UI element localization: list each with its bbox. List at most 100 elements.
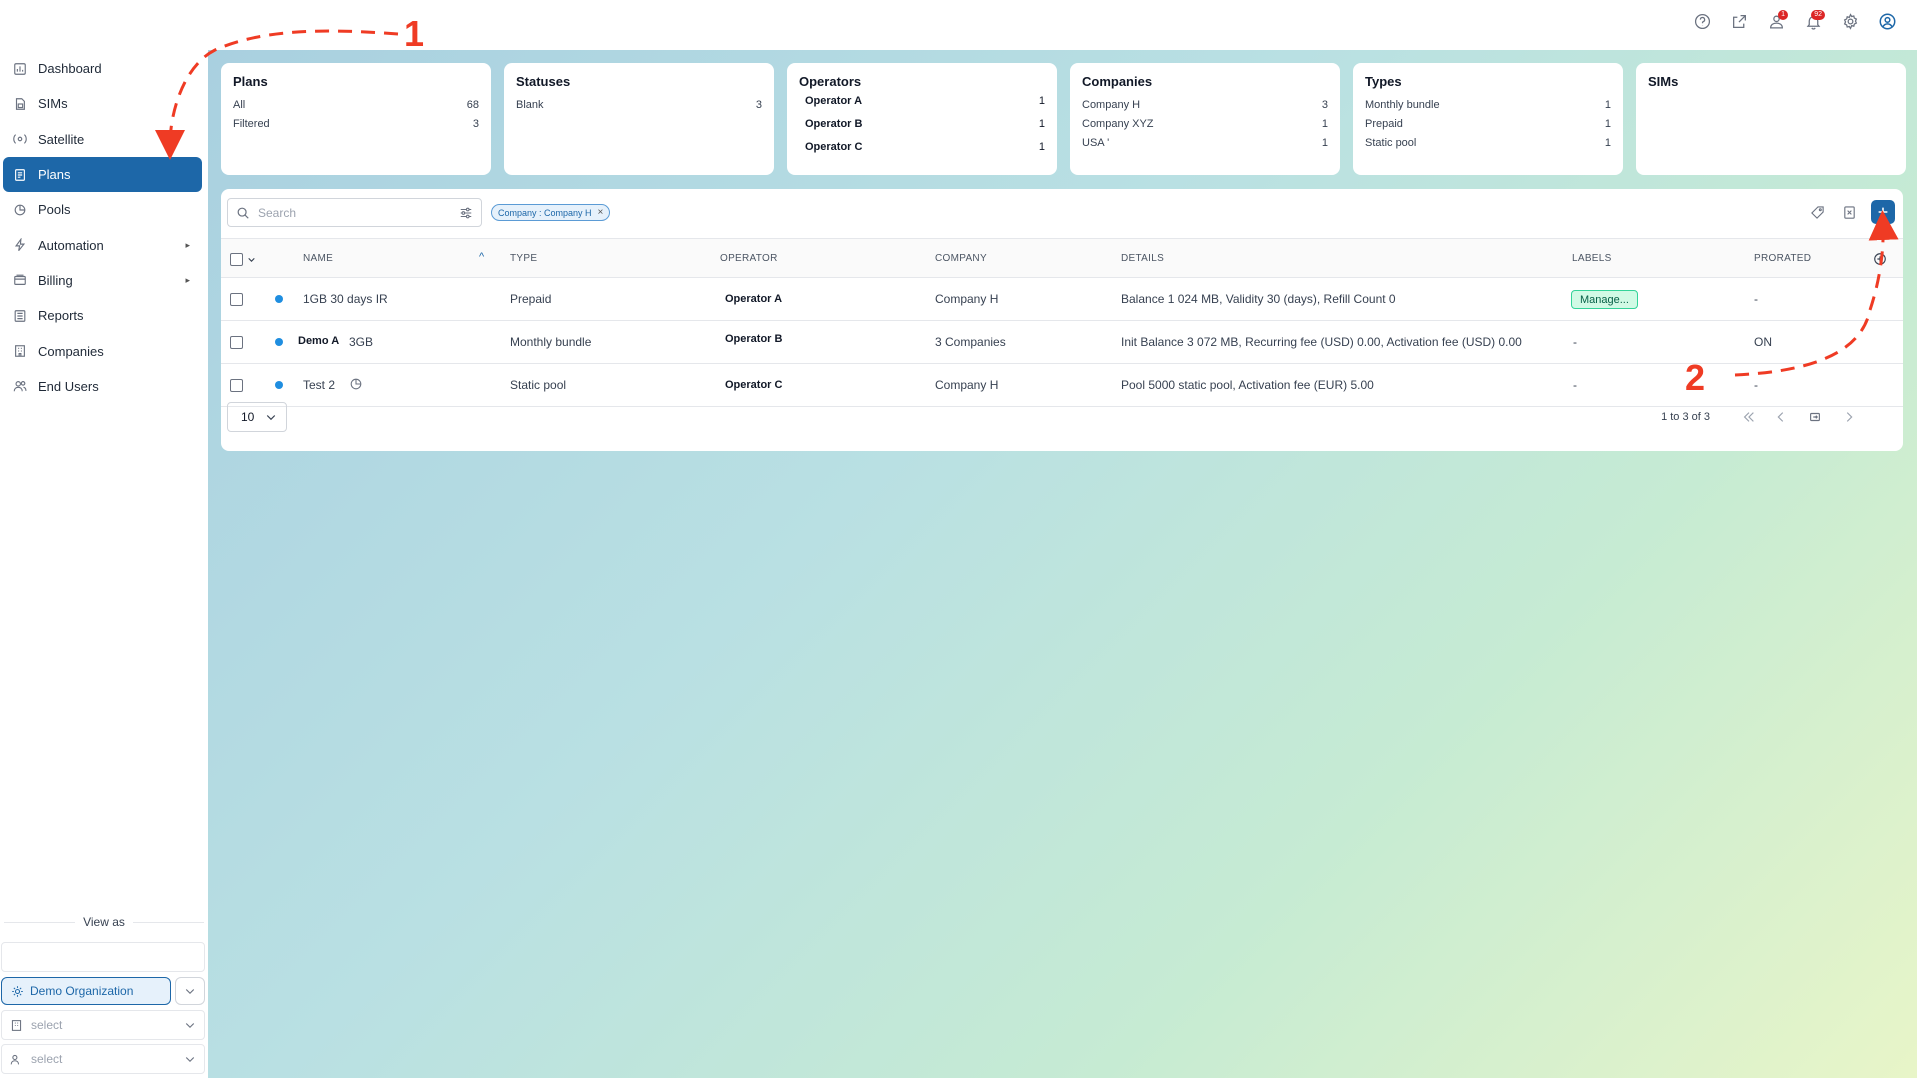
card-row-prepaid[interactable]: Prepaid 1 (1365, 114, 1611, 133)
close-icon[interactable]: × (598, 207, 604, 218)
card-row-company-xyz[interactable]: Company XYZ 1 (1082, 114, 1328, 133)
card-row-usa[interactable]: USA ' 1 (1082, 133, 1328, 152)
sidebar-item-billing[interactable]: Billing ▸ (3, 263, 202, 298)
view-as-blank-field[interactable] (1, 942, 205, 972)
column-header-type[interactable]: TYPE (510, 253, 537, 264)
sidebar-item-companies[interactable]: Companies (3, 333, 202, 368)
card-row-operator-b[interactable]: Operator B 1 (799, 112, 1045, 135)
card-row-filtered[interactable]: Filtered 3 (233, 114, 479, 133)
first-page-button[interactable] (1741, 409, 1757, 425)
caret-right-icon: ▸ (185, 274, 190, 285)
card-row-blank[interactable]: Blank 3 (516, 95, 762, 114)
notifications-button[interactable]: 92 (1802, 10, 1825, 33)
card-row-company-h[interactable]: Company H 3 (1082, 95, 1328, 114)
sidebar-item-sims[interactable]: SIMs (3, 86, 202, 121)
table-row[interactable]: 1GB 30 days IR Prepaid Operator A Compan… (221, 278, 1903, 321)
card-row-operator-a[interactable]: Operator A 1 (799, 89, 1045, 112)
dashboard-icon (13, 62, 27, 76)
card-row-monthly-bundle[interactable]: Monthly bundle 1 (1365, 95, 1611, 114)
export-button[interactable] (1839, 202, 1859, 222)
sidebar-item-plans[interactable]: Plans (3, 156, 202, 193)
types-card[interactable]: Types Monthly bundle 1 Prepaid 1 Static po… (1353, 63, 1623, 175)
filter-settings-icon[interactable] (459, 206, 473, 220)
row-checkbox[interactable] (230, 293, 243, 306)
card-row-static-pool[interactable]: Static pool 1 (1365, 133, 1611, 152)
contacts-badge: 1 (1778, 10, 1788, 20)
cell-name[interactable]: Demo A (298, 335, 339, 347)
filter-chip-company[interactable]: Company : Company H × (491, 204, 611, 221)
search-input[interactable]: Search (227, 198, 482, 227)
external-link-icon (1733, 15, 1746, 28)
view-as-label: View as (83, 915, 125, 929)
card-row-value: 3 (755, 98, 762, 111)
settings-button[interactable] (1839, 10, 1862, 33)
sidebar-item-dashboard[interactable]: Dashboard (3, 51, 202, 86)
card-row-label: Monthly bundle (1365, 98, 1440, 111)
table-row[interactable]: Test 2 Static pool Operator C Company H … (221, 364, 1903, 407)
help-button[interactable] (1691, 10, 1714, 33)
card-row-value: 1 (1321, 117, 1328, 130)
page-size-select[interactable]: 10 (227, 402, 287, 432)
next-page-button[interactable] (1841, 409, 1857, 425)
operators-card[interactable]: Operators Operator A 1 Operator B 1 Operat… (787, 63, 1057, 175)
cell-details: Balance 1 024 MB, Validity 30 (days), Re… (1121, 292, 1396, 306)
add-column-icon[interactable] (1873, 252, 1887, 266)
card-row-label: USA ' (1082, 136, 1110, 149)
sidebar-item-pools[interactable]: Pools (3, 192, 202, 227)
company-select-placeholder: select (31, 1018, 63, 1032)
external-link-button[interactable] (1728, 10, 1751, 33)
column-header-company[interactable]: COMPANY (935, 253, 987, 264)
add-plan-button[interactable] (1871, 200, 1895, 224)
sidebar-item-automation[interactable]: Automation ▸ (3, 227, 202, 262)
company-select[interactable]: select (1, 1010, 205, 1040)
contacts-button[interactable]: 1 (1765, 10, 1788, 33)
cell-type: Monthly bundle (510, 335, 592, 349)
card-title: Operators (799, 74, 862, 89)
sort-ascending-icon[interactable]: ^ (479, 251, 484, 263)
organization-icon (12, 985, 23, 997)
organization-dropdown-button[interactable] (175, 977, 205, 1005)
status-dot (275, 295, 283, 303)
cell-name[interactable]: Test 2 (303, 378, 335, 392)
statuses-card[interactable]: Statuses Blank 3 (504, 63, 774, 175)
manage-labels-button[interactable]: Manage... (1571, 290, 1638, 309)
sidebar-nav: Dashboard SIMs Satellite Plans Pools Aut… (3, 51, 202, 404)
user-select[interactable]: select (1, 1044, 205, 1074)
column-header-operator[interactable]: OPERATOR (720, 253, 778, 264)
sidebar-item-end-users[interactable]: End Users (3, 369, 202, 404)
chevron-down-icon[interactable] (247, 255, 256, 264)
row-checkbox[interactable] (230, 379, 243, 392)
previous-page-button[interactable] (1773, 409, 1789, 425)
labels-button[interactable] (1807, 202, 1827, 222)
column-header-labels[interactable]: LABELS (1572, 253, 1612, 264)
card-title: Types (1365, 74, 1402, 89)
card-row-label: Filtered (233, 117, 270, 130)
cell-operator: Operator B (725, 333, 783, 345)
card-row-operator-c[interactable]: Operator C 1 (799, 135, 1045, 158)
status-dot (275, 381, 283, 389)
card-row-all[interactable]: All 68 (233, 95, 479, 114)
sidebar-item-label: Dashboard (38, 61, 102, 77)
refresh-button[interactable] (1807, 409, 1823, 425)
sims-card[interactable]: SIMs (1636, 63, 1906, 175)
organization-selector[interactable]: Demo Organization (1, 977, 171, 1005)
card-row-label: Static pool (1365, 136, 1417, 149)
cell-company: 3 Companies (935, 335, 1006, 349)
companies-card[interactable]: Companies Company H 3 Company XYZ 1 USA ' 1 (1070, 63, 1340, 175)
column-header-details[interactable]: DETAILS (1121, 253, 1164, 264)
sidebar-item-label: Automation (38, 237, 104, 253)
row-checkbox[interactable] (230, 336, 243, 349)
pagination-range: 1 to 3 of 3 (1661, 411, 1710, 423)
organization-name: Demo Organization (30, 984, 134, 998)
sidebar-item-satellite[interactable]: Satellite (3, 122, 202, 157)
sidebar-item-reports[interactable]: Reports (3, 298, 202, 333)
column-header-name[interactable]: NAME (303, 253, 333, 264)
profile-button[interactable] (1876, 10, 1899, 33)
select-all-checkbox[interactable] (230, 253, 243, 266)
table-row[interactable]: Demo A 3GB Monthly bundle Operator B 3 C… (221, 321, 1903, 364)
column-header-prorated[interactable]: PRORATED (1754, 253, 1811, 264)
cell-labels: - (1573, 335, 1577, 349)
cell-name[interactable]: 1GB 30 days IR (303, 292, 388, 306)
plans-card[interactable]: Plans All 68 Filtered 3 (221, 63, 491, 175)
sidebar-item-label: Companies (38, 343, 104, 359)
